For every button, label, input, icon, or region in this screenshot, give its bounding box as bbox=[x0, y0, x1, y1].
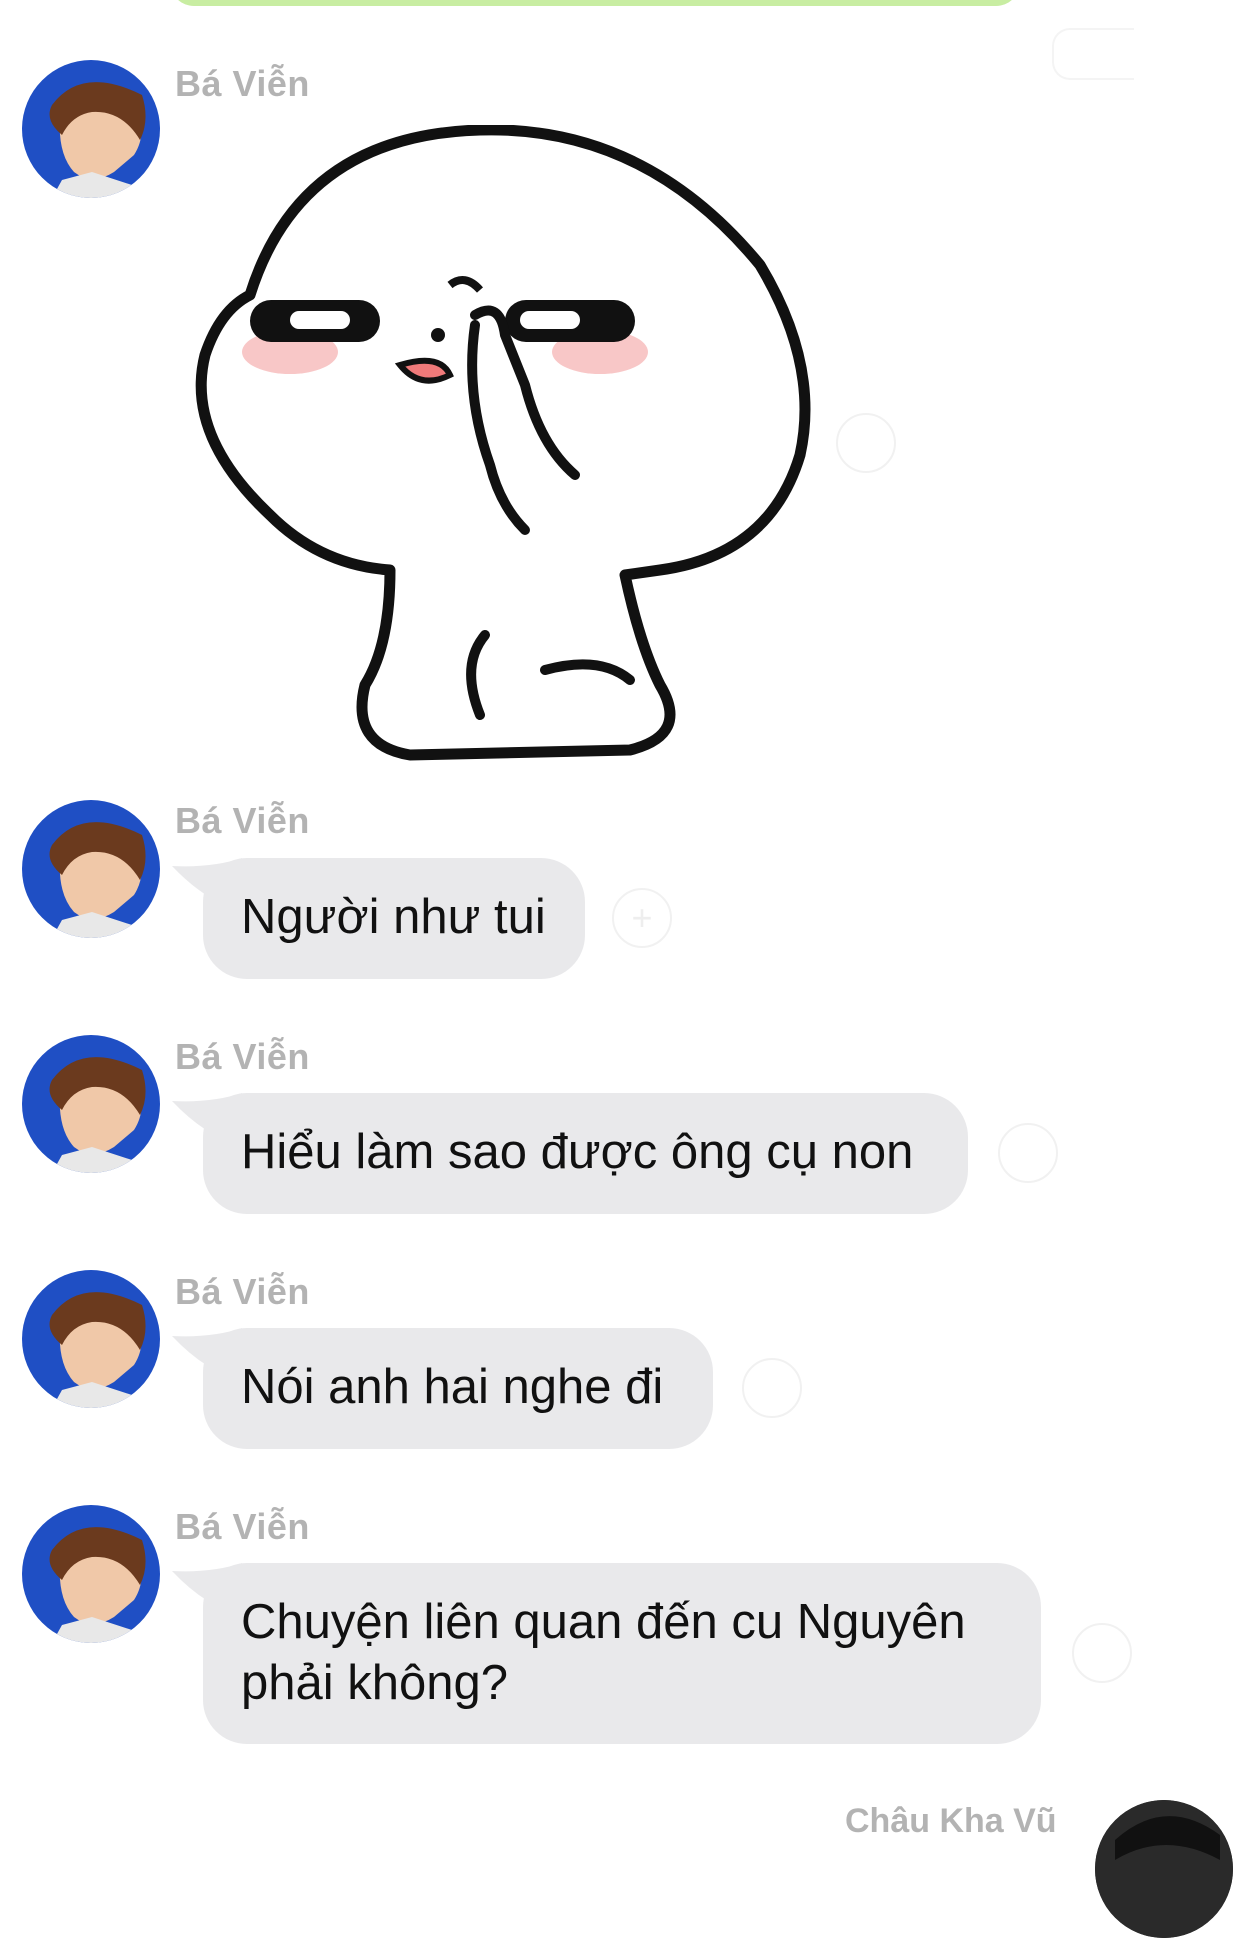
outgoing-bubble-partial[interactable] bbox=[170, 0, 1020, 6]
message-bubble[interactable]: Nói anh hai nghe đi bbox=[203, 1328, 713, 1449]
sender-avatar[interactable] bbox=[1095, 1800, 1233, 1938]
sender-name: Bá Viễn bbox=[175, 800, 310, 841]
faint-reaction-button[interactable] bbox=[1052, 28, 1134, 80]
sender-name: Bá Viễn bbox=[175, 1036, 310, 1077]
avatar-portrait-icon bbox=[22, 60, 160, 198]
avatar-portrait-icon bbox=[22, 1505, 160, 1643]
avatar-portrait-icon bbox=[22, 800, 160, 938]
sender-name: Châu Kha Vũ bbox=[845, 1802, 1057, 1840]
sender-avatar[interactable] bbox=[22, 60, 160, 198]
sender-avatar[interactable] bbox=[22, 1270, 160, 1408]
sender-name: Bá Viễn bbox=[175, 1271, 310, 1312]
sender-avatar[interactable] bbox=[22, 1505, 160, 1643]
avatar-portrait-icon bbox=[22, 1270, 160, 1408]
sender-name: Bá Viễn bbox=[175, 63, 310, 104]
sender-avatar[interactable] bbox=[22, 800, 160, 938]
message-bubble[interactable]: Người như tui bbox=[203, 858, 585, 979]
reaction-button[interactable] bbox=[836, 413, 896, 473]
sender-name: Bá Viễn bbox=[175, 1506, 310, 1547]
sender-avatar[interactable] bbox=[22, 1035, 160, 1173]
avatar-portrait-icon bbox=[22, 1035, 160, 1173]
reaction-button[interactable] bbox=[1072, 1623, 1132, 1683]
message-bubble[interactable]: Chuyện liên quan đến cu Nguyên phải khôn… bbox=[203, 1563, 1041, 1744]
reaction-button[interactable]: + bbox=[612, 888, 672, 948]
reaction-button[interactable] bbox=[742, 1358, 802, 1418]
message-bubble[interactable]: Hiểu làm sao được ông cụ non bbox=[203, 1093, 968, 1214]
avatar-portrait-icon bbox=[1095, 1800, 1233, 1938]
shush-character-sticker-icon[interactable] bbox=[180, 124, 820, 765]
reaction-button[interactable] bbox=[998, 1123, 1058, 1183]
